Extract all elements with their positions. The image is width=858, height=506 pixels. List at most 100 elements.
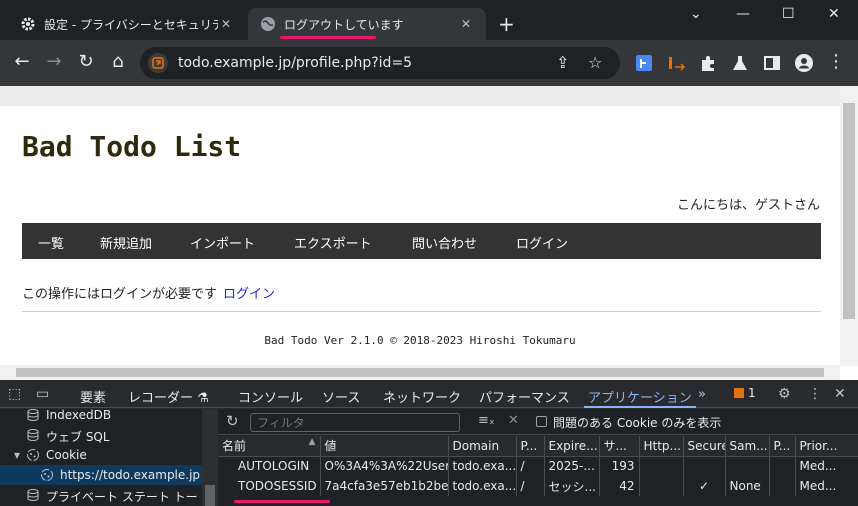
inspect-element-icon[interactable]: ⬚ [8, 386, 21, 402]
login-link[interactable]: ログイン [223, 287, 275, 302]
tab-search-button[interactable]: ⌄ [690, 6, 702, 22]
refresh-icon[interactable]: ↻ [226, 412, 239, 430]
sidebar-item-label: https://todo.example.jp [60, 468, 201, 482]
forward-icon[interactable]: → [44, 52, 64, 72]
share-icon[interactable]: ⇪ [556, 53, 569, 72]
column-header-priority[interactable]: Prior... [795, 436, 858, 457]
delete-selected-icon[interactable]: ✕ [508, 413, 519, 428]
tab-logout[interactable]: ログアウトしています ✕ [248, 8, 486, 40]
bookmark-star-icon[interactable]: ☆ [588, 53, 602, 72]
tab-console[interactable]: コンソール [238, 387, 303, 406]
new-tab-button[interactable]: + [498, 12, 515, 36]
sidebar-item-cookie-origin[interactable]: https://todo.example.jp [0, 465, 202, 485]
active-tab-indicator [584, 406, 696, 408]
close-devtools-icon[interactable]: ✕ [834, 386, 846, 402]
sidebar-item-cookie[interactable]: ▾ Cookie [0, 445, 202, 465]
settings-gear-icon[interactable]: ⚙ [778, 386, 791, 402]
sidebar-item-websql[interactable]: ウェブ SQL [0, 425, 202, 445]
tab-performance[interactable]: パフォーマンス [479, 387, 570, 406]
issues-count: 1 [748, 386, 756, 400]
cookie-name: AUTOLOGIN [218, 456, 321, 476]
back-icon[interactable]: ← [12, 52, 32, 72]
cookie-name: TODOSESSID [218, 476, 321, 496]
extensions-puzzle-icon[interactable] [698, 53, 718, 73]
column-header-partition[interactable]: P... [769, 436, 796, 457]
chevron-down-icon[interactable]: ▾ [14, 448, 20, 462]
sidebar-item-private-state-tokens[interactable]: プライベート ステート トー [0, 485, 202, 505]
devtools-menu-icon[interactable]: ⋮ [808, 386, 822, 402]
vertical-scrollbar[interactable] [840, 86, 858, 366]
url-text[interactable]: todo.example.jp/profile.php?id=5 [178, 55, 412, 71]
column-header-expires[interactable]: Expire... [544, 436, 600, 457]
main-menu: 一覧 新規追加 インポート エクスポート 問い合わせ ログイン [22, 223, 821, 259]
sidebar-item-label: ウェブ SQL [46, 430, 110, 444]
scrollbar-thumb[interactable] [205, 485, 215, 506]
tab-strip: 設定 - プライバシーとセキュリティ ✕ ログアウトしています ✕ + ⌄ — … [0, 0, 858, 40]
tab-elements[interactable]: 要素 [80, 387, 106, 406]
maximize-button[interactable]: ☐ [782, 6, 795, 22]
scrollbar-thumb[interactable] [16, 368, 824, 377]
profile-avatar-icon[interactable] [794, 53, 814, 73]
scrollbar-thumb[interactable] [843, 103, 855, 319]
tab-sources[interactable]: ソース [322, 387, 360, 406]
device-toolbar-icon[interactable]: ▭ [36, 386, 49, 402]
cookie-size: 193 [599, 456, 640, 476]
extension-translate-icon[interactable] [634, 53, 654, 73]
clear-all-icon[interactable]: ≡ₓ [478, 413, 495, 428]
tab-network[interactable]: ネットワーク [383, 387, 461, 406]
cookie-domain: todo.exa... [448, 456, 517, 476]
devtools-panel: ⬚ ▭ 要素 レコーダー ⚗ コンソール ソース ネットワーク パフォーマンス … [0, 380, 858, 506]
page-footer: Bad Todo Ver 2.1.0 © 2018-2023 Hiroshi T… [264, 334, 576, 347]
divider [22, 311, 821, 312]
menu-item-add[interactable]: 新規追加 [100, 233, 152, 252]
column-header-path[interactable]: P... [516, 436, 545, 457]
tab-settings[interactable]: 設定 - プライバシーとセキュリティ ✕ [8, 8, 246, 40]
table-row[interactable]: TODOSESSID 7a4cfa3e57eb1b2be... todo.exa… [218, 476, 858, 496]
application-sidebar: IndexedDB ウェブ SQL ▾ Cookie https://todo.… [0, 408, 202, 506]
column-header-value[interactable]: 値 [320, 436, 449, 457]
column-label: 名前 [222, 439, 247, 454]
issues-counter[interactable]: 1 [734, 386, 756, 400]
home-icon[interactable]: ⌂ [108, 52, 128, 72]
reload-icon[interactable]: ↻ [76, 52, 96, 72]
sidebar-item-label: IndexedDB [46, 408, 112, 422]
sidebar-item-indexeddb[interactable]: IndexedDB [0, 405, 202, 425]
column-header-samesite[interactable]: Sam... [725, 436, 770, 457]
menu-item-login[interactable]: ログイン [516, 233, 568, 252]
cookie-secure [683, 456, 726, 476]
column-header-httponly[interactable]: Http... [639, 436, 684, 457]
horizontal-scrollbar[interactable] [0, 365, 840, 380]
cookie-secure: ✓ [683, 476, 726, 496]
close-icon[interactable]: ✕ [458, 17, 474, 31]
site-info-icon[interactable] [148, 53, 168, 73]
omnibox[interactable]: todo.example.jp/profile.php?id=5 ⇪ ☆ [140, 47, 620, 79]
address-toolbar: ← → ↻ ⌂ todo.example.jp/profile.php?id=5… [0, 40, 858, 86]
database-icon [27, 429, 39, 442]
flask-icon[interactable] [730, 53, 750, 73]
tab-recorder[interactable]: レコーダー ⚗ [128, 387, 209, 406]
minimize-button[interactable]: — [736, 6, 750, 22]
issue-flag-icon [734, 388, 744, 398]
column-header-secure[interactable]: Secure [683, 436, 726, 457]
problem-cookies-checkbox[interactable] [536, 416, 547, 427]
sidebar-scrollbar[interactable] [202, 409, 218, 506]
cookie-path: / [516, 476, 545, 496]
more-tabs-icon[interactable]: » [698, 387, 706, 402]
close-icon[interactable]: ✕ [218, 17, 234, 31]
extension-bar-icon[interactable] [666, 53, 686, 73]
tab-application[interactable]: アプリケーション [584, 387, 696, 408]
column-header-size[interactable]: サ... [599, 436, 640, 457]
menu-item-import[interactable]: インポート [190, 233, 255, 252]
table-row[interactable]: AUTOLOGIN O%3A4%3A%22User... todo.exa...… [218, 456, 858, 476]
cookie-value: 7a4cfa3e57eb1b2be... [320, 476, 449, 496]
cookie-filter-input[interactable] [250, 413, 460, 432]
menu-kebab-icon[interactable]: ⋮ [826, 52, 846, 72]
menu-item-list[interactable]: 一覧 [38, 233, 64, 252]
column-header-name[interactable]: 名前 ▲ [218, 436, 321, 457]
sidepanel-icon[interactable] [762, 53, 782, 73]
close-window-button[interactable]: ✕ [828, 6, 840, 22]
menu-item-contact[interactable]: 問い合わせ [412, 233, 477, 252]
column-header-domain[interactable]: Domain [448, 436, 517, 457]
menu-item-export[interactable]: エクスポート [294, 233, 372, 252]
cookie-samesite: None [725, 476, 770, 496]
